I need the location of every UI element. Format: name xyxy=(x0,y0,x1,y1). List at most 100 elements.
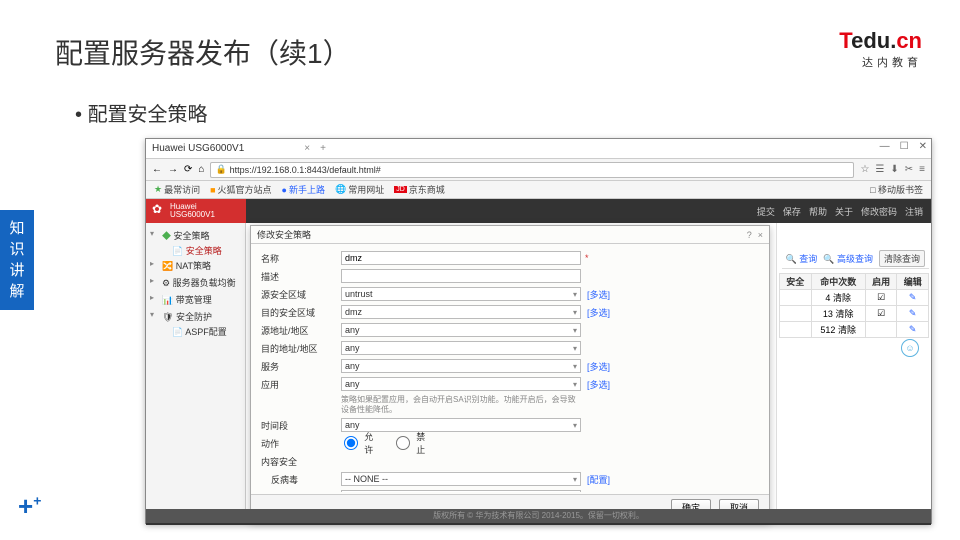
nav-reload-icon[interactable]: ⟳ xyxy=(184,164,192,175)
col-security: 安全 xyxy=(780,274,812,290)
label-src-zone: 源安全区域 xyxy=(261,288,341,301)
lock-icon: 🔒 xyxy=(215,164,226,175)
url-text: https://192.168.0.1:8443/default.html# xyxy=(230,165,381,175)
url-input[interactable]: 🔒 https://192.168.0.1:8443/default.html# xyxy=(210,162,854,178)
top-actions: 提交 保存 帮助 关于 修改密码 注销 xyxy=(757,199,923,223)
edit-policy-dialog: 修改安全策略 ? × 名称* 描述 源安全区域untrust[多选] 目的安全区… xyxy=(250,225,770,521)
reader-icon[interactable]: ☰ xyxy=(875,164,884,175)
brand-model: USG6000V1 xyxy=(170,211,246,219)
corner-plus-icon: ++ xyxy=(18,491,41,522)
nav-forward-icon[interactable]: → xyxy=(168,164,178,175)
bookmark-item[interactable]: 🌐常用网址 xyxy=(335,183,384,196)
dialog-help-icon[interactable]: ? xyxy=(747,230,752,240)
browser-titlebar: Huawei USG6000V1 × + — ☐ ✕ xyxy=(146,139,931,159)
col-enable: 启用 xyxy=(865,274,897,290)
bookmark-item[interactable]: ★最常访问 xyxy=(154,183,200,196)
multi-link[interactable]: [多选] xyxy=(587,360,610,373)
action-password[interactable]: 修改密码 xyxy=(861,205,897,218)
select-dst-addr[interactable]: any xyxy=(341,341,581,355)
bookmark-item[interactable]: ■火狐官方站点 xyxy=(210,183,271,196)
config-link[interactable]: [配置] xyxy=(587,473,610,486)
radio-deny[interactable]: 禁止 xyxy=(393,430,427,456)
radio-allow[interactable]: 允许 xyxy=(341,430,375,456)
action-logout[interactable]: 注销 xyxy=(905,205,923,218)
clear-query-button[interactable]: 清除查询 xyxy=(879,250,925,267)
select-dst-zone[interactable]: dmz xyxy=(341,305,581,319)
app-hint: 策略如果配置应用，会自动开启SA识别功能。功能开启后，会导致设备性能降低。 xyxy=(341,394,581,415)
label-ips: 入侵防御 xyxy=(261,491,331,492)
action-about[interactable]: 关于 xyxy=(835,205,853,218)
window-maximize-icon[interactable]: ☐ xyxy=(900,141,909,152)
label-desc: 描述 xyxy=(261,270,341,283)
tab-close-icon[interactable]: × xyxy=(304,143,310,154)
label-content-sec: 内容安全 xyxy=(261,455,341,468)
download-icon[interactable]: ⬇ xyxy=(890,164,898,175)
screenshot-icon[interactable]: ✂ xyxy=(905,164,913,175)
pager-icon[interactable]: ☺ xyxy=(901,339,919,357)
select-service[interactable]: any xyxy=(341,359,581,373)
logo-letter-t: T xyxy=(839,28,851,53)
multi-link[interactable]: [多选] xyxy=(587,378,610,391)
right-panel: 🔍 查询 🔍 高级查询 清除查询 安全 命中次数 启用 编辑 4 清除☑✎ 13… xyxy=(776,223,931,509)
query-icon[interactable]: 🔍 查询 xyxy=(786,252,818,265)
label-app: 应用 xyxy=(261,378,341,391)
logo-edu: edu. xyxy=(851,28,896,53)
table-row[interactable]: 4 清除☑✎ xyxy=(780,290,929,306)
action-save[interactable]: 保存 xyxy=(783,205,801,218)
input-desc[interactable] xyxy=(341,269,581,283)
label-dst-addr: 目的地址/地区 xyxy=(261,342,341,355)
label-action: 动作 xyxy=(261,437,341,450)
bullet-text: 配置安全策略 xyxy=(75,98,208,127)
logo-subtitle: 达内教育 xyxy=(839,54,922,70)
select-src-addr[interactable]: any xyxy=(341,323,581,337)
label-time: 时间段 xyxy=(261,419,341,432)
tree-bandwidth[interactable]: 📊 带宽管理 xyxy=(148,291,243,308)
logo-cn: cn xyxy=(896,28,922,53)
label-service: 服务 xyxy=(261,360,341,373)
tree-security-policy-active[interactable]: 📄 安全策略 xyxy=(148,244,243,257)
action-submit[interactable]: 提交 xyxy=(757,205,775,218)
tree-nat-policy[interactable]: 🔀 NAT策略 xyxy=(148,257,243,274)
tree-security-protect[interactable]: 🛡 安全防护 xyxy=(148,308,243,325)
mobile-bookmarks[interactable]: □ 移动版书签 xyxy=(870,183,923,196)
label-dst-zone: 目的安全区域 xyxy=(261,306,341,319)
tree-security-policy[interactable]: ◆ 安全策略 xyxy=(148,227,243,244)
col-hits: 命中次数 xyxy=(811,274,865,290)
select-src-zone[interactable]: untrust xyxy=(341,287,581,301)
bookmark-item[interactable]: JD京东商城 xyxy=(394,183,445,196)
label-name: 名称 xyxy=(261,252,341,265)
window-close-icon[interactable]: ✕ xyxy=(919,141,927,152)
main-area: 修改安全策略 ? × 名称* 描述 源安全区域untrust[多选] 目的安全区… xyxy=(246,223,931,509)
dialog-titlebar: 修改安全策略 ? × xyxy=(251,226,769,244)
window-minimize-icon[interactable]: — xyxy=(880,141,890,152)
action-help[interactable]: 帮助 xyxy=(809,205,827,218)
adv-query-icon[interactable]: 🔍 高级查询 xyxy=(823,252,873,265)
select-ips[interactable]: -- NONE -- xyxy=(341,490,581,492)
result-table: 安全 命中次数 启用 编辑 4 清除☑✎ 13 清除☑✎ 512 清除✎ xyxy=(779,273,929,338)
browser-window: Huawei USG6000V1 × + — ☐ ✕ ← → ⟳ ⌂ 🔒 htt… xyxy=(145,138,932,524)
select-app[interactable]: any xyxy=(341,377,581,391)
select-av[interactable]: -- NONE -- xyxy=(341,472,581,486)
tree-aspf[interactable]: 📄 ASPF配置 xyxy=(148,325,243,338)
nav-home-icon[interactable]: ⌂ xyxy=(198,164,204,175)
table-row[interactable]: 13 清除☑✎ xyxy=(780,306,929,322)
multi-link[interactable]: [多选] xyxy=(587,288,610,301)
tab-title[interactable]: Huawei USG6000V1 xyxy=(152,143,244,154)
label-av: 反病毒 xyxy=(261,473,331,486)
tree-slb[interactable]: ⚙ 服务器负载均衡 xyxy=(148,274,243,291)
multi-link[interactable]: [多选] xyxy=(587,306,610,319)
dialog-title: 修改安全策略 xyxy=(257,228,311,241)
table-row[interactable]: 512 清除✎ xyxy=(780,322,929,338)
menu-icon[interactable]: ≡ xyxy=(919,164,925,175)
input-name[interactable] xyxy=(341,251,581,265)
dialog-body: 名称* 描述 源安全区域untrust[多选] 目的安全区域dmz[多选] 源地… xyxy=(251,244,769,492)
col-edit: 编辑 xyxy=(897,274,929,290)
app-root: Huawei USG6000V1 提交 保存 帮助 关于 修改密码 注销 ◆ 安… xyxy=(146,199,931,525)
config-link[interactable]: [配置] xyxy=(587,491,610,492)
bookmark-item[interactable]: ●新手上路 xyxy=(282,183,325,196)
dialog-close-icon[interactable]: × xyxy=(758,230,763,240)
nav-back-icon[interactable]: ← xyxy=(152,164,162,175)
copyright: 版权所有 © 华为技术有限公司 2014-2015。保留一切权利。 xyxy=(146,509,931,523)
new-tab-button[interactable]: + xyxy=(320,143,326,154)
star-icon[interactable]: ☆ xyxy=(860,164,869,175)
